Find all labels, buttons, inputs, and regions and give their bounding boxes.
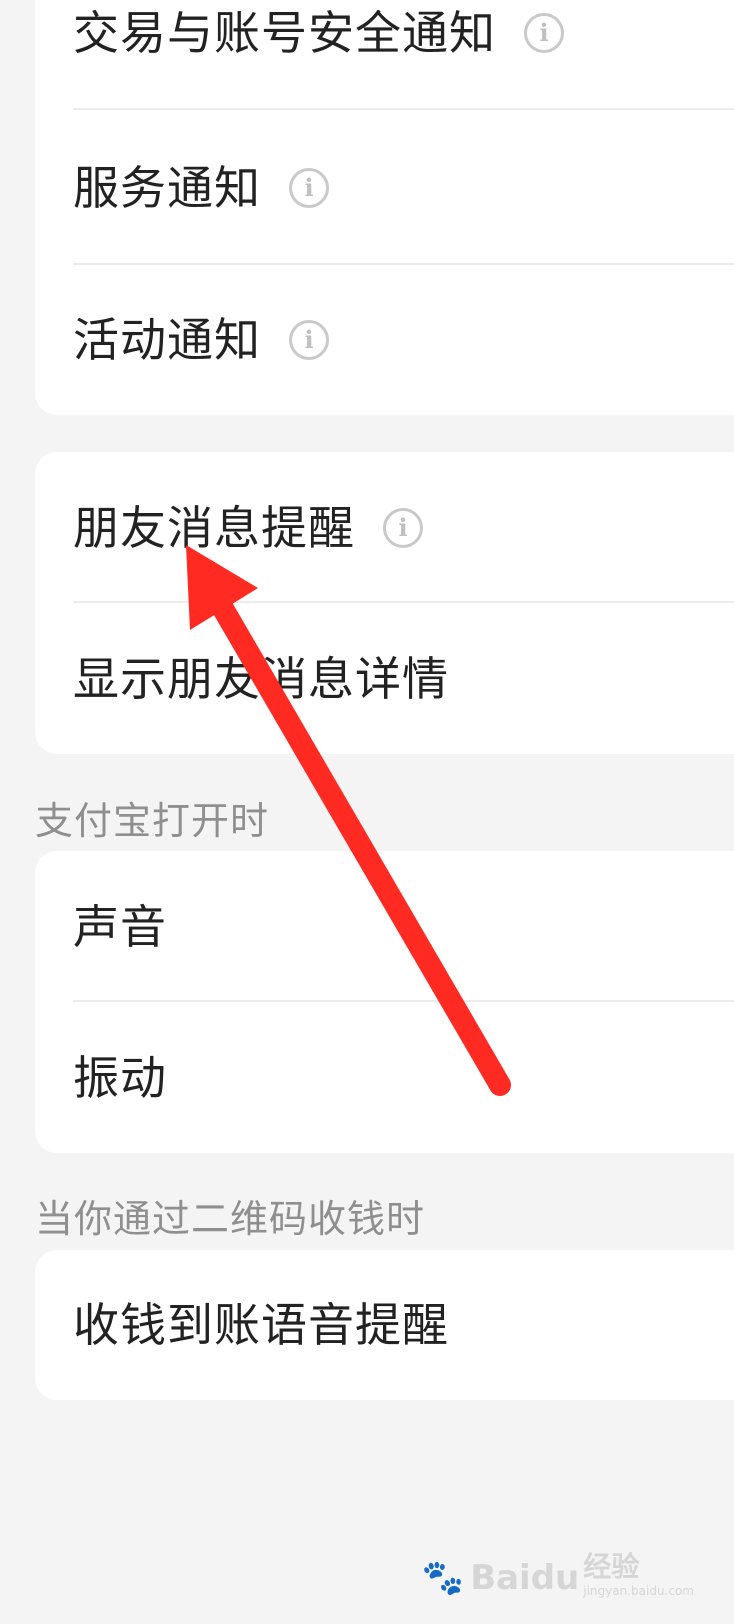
notification-card-general: 交易与账号安全通知 i 服务通知 i 活动通知 i [35,0,734,415]
row-service-notice[interactable]: 服务通知 i [35,110,734,265]
row-payment-voice-reminder[interactable]: 收钱到账语音提醒 [35,1250,734,1400]
paw-icon: 🐾 [421,1558,465,1598]
watermark-brand: Baidu [470,1558,580,1598]
info-icon[interactable]: i [289,320,329,360]
info-icon[interactable]: i [383,507,423,548]
row-vibration[interactable]: 振动 [35,1002,734,1153]
watermark-sub-en: jingyan.baidu.com [583,1583,694,1598]
row-friend-message-reminder[interactable]: 朋友消息提醒 i [35,452,734,603]
baidu-watermark: 🐾 Baidu 经验 jingyan.baidu.com [422,1550,694,1598]
watermark-sub: 经验 jingyan.baidu.com [583,1550,694,1598]
row-transaction-security-notice[interactable]: 交易与账号安全通知 i [35,0,734,110]
row-label: 服务通知 [73,160,261,215]
row-label: 显示朋友消息详情 [73,651,449,706]
notification-card-app-open: 声音 振动 [35,851,734,1153]
watermark-sub-cn: 经验 [583,1550,640,1584]
row-label: 朋友消息提醒 [73,500,355,555]
row-sound[interactable]: 声音 [35,851,734,1002]
notification-card-friends: 朋友消息提醒 i 显示朋友消息详情 [35,452,734,754]
section-title-qr-receive: 当你通过二维码收钱时 [35,1197,426,1241]
notification-card-qr-receive: 收钱到账语音提醒 [35,1250,734,1400]
row-show-friend-message-details[interactable]: 显示朋友消息详情 [35,603,734,754]
info-icon[interactable]: i [289,167,329,208]
info-icon[interactable]: i [524,12,564,53]
row-label: 交易与账号安全通知 [73,5,496,60]
row-label: 声音 [73,899,167,954]
row-label: 活动通知 [73,313,261,367]
section-title-app-open: 支付宝打开时 [35,799,270,843]
row-activity-notice[interactable]: 活动通知 i [35,265,734,415]
row-label: 振动 [73,1050,167,1105]
notification-settings-page: 交易与账号安全通知 i 服务通知 i 活动通知 i 朋友消息提醒 i 显示朋友消… [0,0,734,1624]
row-label: 收钱到账语音提醒 [73,1298,449,1352]
